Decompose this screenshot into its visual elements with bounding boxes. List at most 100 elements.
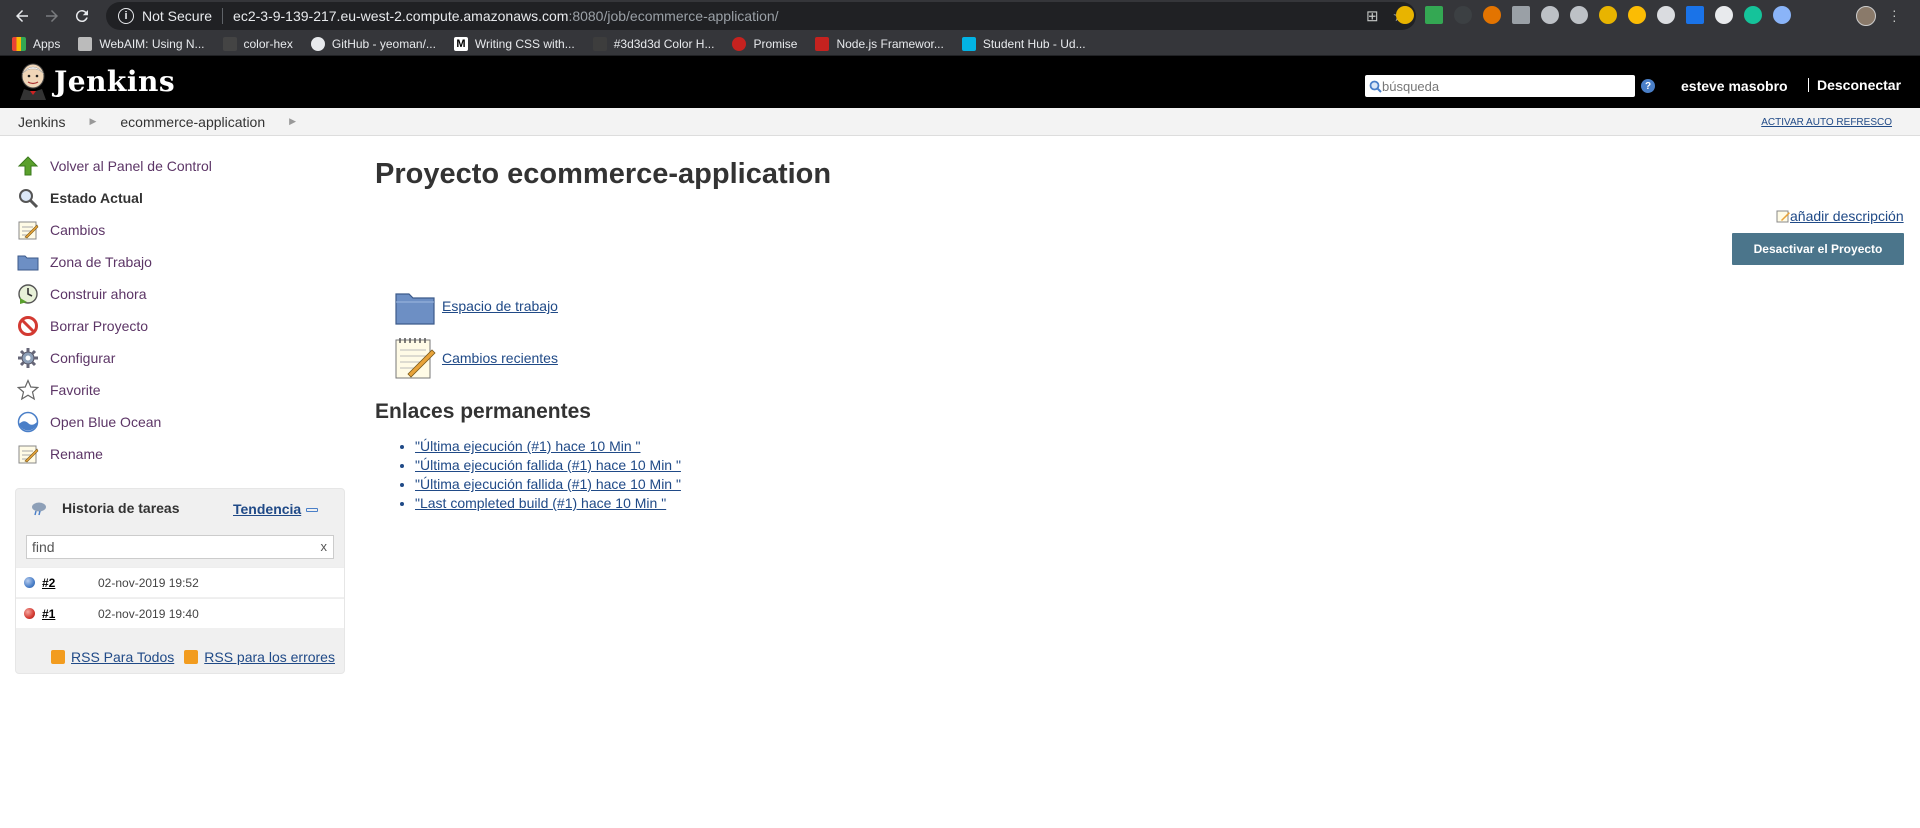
bookmark-promise[interactable]: Promise: [732, 36, 797, 51]
recent-changes-link[interactable]: Cambios recientes: [442, 350, 558, 366]
sidebar-item-label: Volver al Panel de Control: [50, 158, 212, 174]
bookmark-nodejs[interactable]: Node.js Framewor...: [815, 36, 944, 51]
extension-icon[interactable]: [1715, 6, 1733, 24]
omnibox-divider: [222, 8, 224, 24]
promise-icon: [732, 36, 747, 51]
github-icon: [310, 36, 325, 51]
sidebar-item-label: Configurar: [50, 350, 116, 366]
address-bar[interactable]: i Not Secure ec2-3-9-139-217.eu-west-2.c…: [106, 2, 1416, 30]
sidebar-item-label: Rename: [50, 446, 103, 462]
notepad-icon: [16, 218, 40, 242]
nodejs-icon: [815, 36, 830, 51]
rss-icon: [51, 650, 65, 664]
permalink-item[interactable]: "Última ejecución fallida (#1) hace 10 M…: [415, 457, 681, 476]
extension-icon[interactable]: [1599, 6, 1617, 24]
rss-failures-link[interactable]: RSS para los errores: [204, 649, 335, 665]
breadcrumb-item-job[interactable]: ecommerce-application: [120, 114, 265, 130]
bookmark-medium[interactable]: M Writing CSS with...: [453, 36, 575, 51]
extension-icon[interactable]: [1628, 6, 1646, 24]
sidebar-item-build-now[interactable]: Construir ahora: [16, 278, 346, 310]
udacity-icon: [961, 36, 976, 51]
extension-icon[interactable]: [1541, 6, 1559, 24]
sidebar-item-favorite[interactable]: Favorite: [16, 374, 346, 406]
color-hex-icon: [222, 36, 237, 51]
extension-icon[interactable]: [1396, 6, 1414, 24]
permalink-item[interactable]: "Última ejecución fallida (#1) hace 10 M…: [415, 476, 681, 495]
sidebar-tasks: Volver al Panel de Control Estado Actual…: [16, 150, 346, 470]
extension-icon[interactable]: [1512, 6, 1530, 24]
sidebar-item-configure[interactable]: Configurar: [16, 342, 346, 374]
reload-icon: [75, 10, 88, 23]
permalinks-heading: Enlaces permanentes: [375, 400, 591, 423]
folder-icon: [16, 250, 40, 274]
permalink-item[interactable]: "Última ejecución (#1) hace 10 Min ": [415, 438, 681, 457]
add-description-link[interactable]: añadir descripción: [1776, 208, 1904, 224]
disable-project-button[interactable]: Desactivar el Proyecto: [1732, 233, 1904, 265]
sidebar-item-rename[interactable]: Rename: [16, 438, 346, 470]
bookmark-color-hex[interactable]: color-hex: [222, 36, 293, 51]
build-number-link[interactable]: #2: [42, 576, 98, 590]
jenkins-logo[interactable]: Jenkins: [16, 62, 175, 100]
browser-menu-icon[interactable]: · · ·: [1892, 3, 1897, 27]
user-name-link[interactable]: esteve masobro: [1681, 78, 1788, 94]
arrow-left-icon: [16, 10, 28, 22]
sidebar-item-workspace[interactable]: Zona de Trabajo: [16, 246, 346, 278]
workspace-link[interactable]: Espacio de trabajo: [442, 298, 558, 314]
sidebar-item-blue-ocean[interactable]: Open Blue Ocean: [16, 406, 346, 438]
profile-avatar[interactable]: [1856, 6, 1876, 26]
chevron-right-icon: ▶: [89, 116, 97, 126]
sidebar-item-changes[interactable]: Cambios: [16, 214, 346, 246]
rss-all-link[interactable]: RSS Para Todos: [71, 649, 174, 665]
forward-button[interactable]: [38, 2, 66, 30]
apps-grid-icon: [12, 36, 26, 51]
extension-icon[interactable]: [1773, 6, 1791, 24]
extension-icon[interactable]: [1454, 6, 1472, 24]
bookmark-student-hub[interactable]: Student Hub - Ud...: [961, 36, 1086, 51]
build-number-link[interactable]: #1: [42, 607, 98, 621]
up-arrow-icon: [16, 154, 40, 178]
sidebar-item-label: Zona de Trabajo: [50, 254, 152, 270]
extension-icon[interactable]: [1483, 6, 1501, 24]
reload-button[interactable]: [68, 2, 96, 30]
sidebar-item-label: Favorite: [50, 382, 101, 398]
trend-link[interactable]: Tendencia: [233, 501, 301, 517]
translate-icon[interactable]: ⊞: [1366, 7, 1379, 25]
permalink-item[interactable]: "Last completed build (#1) hace 10 Min ": [415, 495, 681, 514]
back-button[interactable]: [8, 2, 36, 30]
build-filter-placeholder: find: [32, 539, 55, 555]
cloud-weather-icon: [32, 502, 46, 516]
build-row: #2 02-nov-2019 19:52: [16, 567, 344, 597]
sidebar-item-label: Cambios: [50, 222, 106, 238]
bookmark-webaim[interactable]: WebAIM: Using N...: [78, 36, 205, 51]
main-panel: Proyecto ecommerce-application añadir de…: [375, 158, 1905, 511]
extension-icon[interactable]: [1744, 6, 1762, 24]
build-filter-input[interactable]: find x: [26, 535, 334, 559]
collapse-icon[interactable]: [306, 508, 318, 512]
breadcrumb-item-jenkins[interactable]: Jenkins: [18, 114, 65, 130]
clear-filter-icon[interactable]: x: [321, 539, 328, 554]
bookmark-github[interactable]: GitHub - yeoman/...: [310, 36, 436, 51]
permalinks-list: "Última ejecución (#1) hace 10 Min " "Úl…: [415, 438, 681, 514]
sidebar-item-current-status[interactable]: Estado Actual: [16, 182, 346, 214]
search-icon: [1369, 80, 1382, 93]
recent-changes-entry: Cambios recientes: [394, 336, 558, 380]
help-icon[interactable]: ?: [1641, 79, 1655, 93]
auto-refresh-link[interactable]: ACTIVAR AUTO REFRESCO: [1761, 117, 1892, 128]
notepad-icon: [16, 442, 40, 466]
magnifier-icon: [16, 186, 40, 210]
logout-link[interactable]: Desconectar: [1808, 78, 1901, 92]
sidebar-item-back-to-dashboard[interactable]: Volver al Panel de Control: [16, 150, 346, 182]
extension-icon[interactable]: [1686, 6, 1704, 24]
build-history-panel: Historia de tareas Tendencia find x #2 0…: [15, 488, 345, 674]
build-date-link[interactable]: 02-nov-2019 19:40: [98, 607, 199, 621]
search-input[interactable]: [1382, 78, 1622, 94]
info-icon[interactable]: i: [118, 8, 134, 24]
extension-icon[interactable]: [1570, 6, 1588, 24]
bookmark-apps[interactable]: Apps: [12, 36, 60, 51]
extension-icon[interactable]: [1657, 6, 1675, 24]
bookmark-color-3d3d3d[interactable]: #3d3d3d Color H...: [592, 36, 714, 51]
extension-icon[interactable]: [1425, 6, 1443, 24]
chevron-right-icon[interactable]: ▶: [289, 116, 296, 127]
build-date-link[interactable]: 02-nov-2019 19:52: [98, 576, 199, 590]
sidebar-item-delete-project[interactable]: Borrar Proyecto: [16, 310, 346, 342]
